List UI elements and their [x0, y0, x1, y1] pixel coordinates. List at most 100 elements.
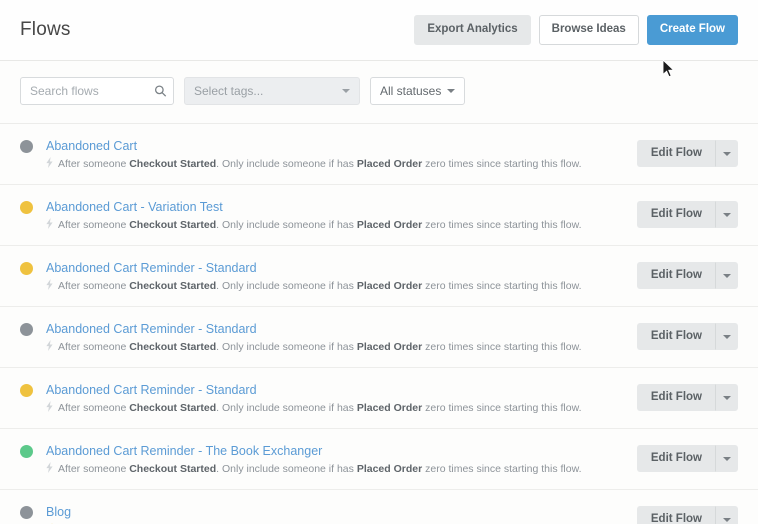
chevron-down-icon [723, 213, 731, 217]
description-emphasis: Placed Order [357, 341, 422, 353]
tags-select[interactable]: Select tags... [184, 77, 360, 105]
edit-flow-split-button: Edit Flow [637, 323, 738, 351]
description-emphasis: Checkout Started [129, 341, 216, 353]
edit-flow-dropdown-toggle[interactable] [716, 140, 738, 168]
description-segment: After someone [58, 158, 129, 170]
lightning-bolt-icon [46, 462, 53, 473]
lightning-bolt-icon [46, 279, 53, 290]
edit-flow-dropdown-toggle[interactable] [716, 506, 738, 524]
description-segment: . Only include someone if has [216, 341, 357, 353]
description-segment: After someone [58, 341, 129, 353]
description-segment: . Only include someone if has [216, 402, 357, 414]
status-dot [20, 323, 33, 336]
filter-bar: Select tags... All statuses [0, 61, 758, 124]
description-emphasis: Placed Order [357, 219, 422, 231]
description-segment: . Only include someone if has [216, 463, 357, 475]
description-segment: . Only include someone if has [216, 219, 357, 231]
lightning-bolt-icon [46, 401, 53, 412]
edit-flow-split-button: Edit Flow [637, 262, 738, 290]
description-segment: . Only include someone if has [216, 158, 357, 170]
flow-trigger-description: After someone Checkout Started. Only inc… [46, 461, 623, 475]
status-dot [20, 445, 33, 458]
search-field-wrapper [20, 77, 174, 105]
description-segment: After someone [58, 463, 129, 475]
description-emphasis: Checkout Started [129, 402, 216, 414]
description-segment: zero times since starting this flow. [422, 463, 581, 475]
flow-name-link[interactable]: Abandoned Cart Reminder - Standard [46, 383, 257, 397]
flow-list: Abandoned Cart After someone Checkout Sta… [0, 124, 758, 524]
edit-flow-button[interactable]: Edit Flow [637, 262, 716, 290]
description-emphasis: Checkout Started [129, 463, 216, 475]
chevron-down-icon [723, 396, 731, 400]
create-flow-button[interactable]: Create Flow [647, 15, 738, 45]
description-emphasis: Checkout Started [129, 219, 216, 231]
description-segment: zero times since starting this flow. [422, 219, 581, 231]
status-select[interactable]: All statuses [370, 77, 465, 105]
header-actions: Export Analytics Browse Ideas Create Flow [414, 15, 738, 45]
flow-description-text: After someone Checkout Started. Only inc… [58, 402, 582, 414]
flow-row: Abandoned Cart Reminder - The Book Excha… [0, 429, 758, 490]
status-dot [20, 506, 33, 519]
search-input[interactable] [20, 77, 174, 105]
status-select-label: All statuses [380, 84, 441, 98]
edit-flow-dropdown-toggle[interactable] [716, 262, 738, 290]
description-emphasis: Placed Order [357, 280, 422, 292]
description-segment: After someone [58, 219, 129, 231]
flow-trigger-description: After someone Checkout Started. Only inc… [46, 339, 623, 353]
flow-description-text: After someone Checkout Started. Only inc… [58, 280, 582, 292]
flow-name-link[interactable]: Abandoned Cart [46, 139, 137, 153]
edit-flow-button[interactable]: Edit Flow [637, 201, 716, 229]
edit-flow-split-button: Edit Flow [637, 140, 738, 168]
export-analytics-button[interactable]: Export Analytics [414, 15, 530, 45]
edit-flow-split-button: Edit Flow [637, 445, 738, 473]
edit-flow-split-button: Edit Flow [637, 384, 738, 412]
flow-name-link[interactable]: Blog [46, 505, 71, 519]
flow-details: Abandoned Cart Reminder - The Book Excha… [46, 442, 623, 475]
flow-trigger-description: After someone Checkout Started. Only inc… [46, 400, 623, 414]
flow-row: BlogThis flow trigger is not setup Edit F… [0, 490, 758, 524]
description-emphasis: Placed Order [357, 463, 422, 475]
description-emphasis: Placed Order [357, 158, 422, 170]
status-dot [20, 140, 33, 153]
chevron-down-icon [723, 457, 731, 461]
flow-details: Abandoned Cart Reminder - Standard After … [46, 320, 623, 353]
flow-trigger-description: After someone Checkout Started. Only inc… [46, 156, 623, 170]
edit-flow-dropdown-toggle[interactable] [716, 384, 738, 412]
description-segment: zero times since starting this flow. [422, 280, 581, 292]
description-segment: zero times since starting this flow. [422, 158, 581, 170]
flow-name-link[interactable]: Abandoned Cart Reminder - The Book Excha… [46, 444, 322, 458]
flow-details: Abandoned Cart - Variation Test After som… [46, 198, 623, 231]
chevron-down-icon [723, 152, 731, 156]
flow-name-link[interactable]: Abandoned Cart Reminder - Standard [46, 322, 257, 336]
flow-row: Abandoned Cart Reminder - Standard After … [0, 307, 758, 368]
browse-ideas-button[interactable]: Browse Ideas [539, 15, 639, 45]
edit-flow-split-button: Edit Flow [637, 506, 738, 524]
edit-flow-split-button: Edit Flow [637, 201, 738, 229]
flow-trigger-description: After someone Checkout Started. Only inc… [46, 217, 623, 231]
description-emphasis: Placed Order [357, 402, 422, 414]
edit-flow-dropdown-toggle[interactable] [716, 323, 738, 351]
edit-flow-button[interactable]: Edit Flow [637, 140, 716, 168]
tags-select-label: Select tags... [194, 84, 263, 98]
chevron-down-icon [723, 274, 731, 278]
edit-flow-dropdown-toggle[interactable] [716, 201, 738, 229]
flow-description-text: After someone Checkout Started. Only inc… [58, 463, 582, 475]
description-segment: zero times since starting this flow. [422, 402, 581, 414]
status-dot [20, 262, 33, 275]
description-emphasis: Checkout Started [129, 280, 216, 292]
flow-name-link[interactable]: Abandoned Cart - Variation Test [46, 200, 223, 214]
edit-flow-button[interactable]: Edit Flow [637, 445, 716, 473]
edit-flow-button[interactable]: Edit Flow [637, 384, 716, 412]
page-header: Flows Export AnalyticsBrowse IdeasCreate… [0, 0, 758, 61]
flow-row: Abandoned Cart After someone Checkout Sta… [0, 124, 758, 185]
edit-flow-button[interactable]: Edit Flow [637, 506, 716, 524]
flow-details: Abandoned Cart After someone Checkout Sta… [46, 137, 623, 170]
description-segment: After someone [58, 402, 129, 414]
flow-description-text: After someone Checkout Started. Only inc… [58, 219, 582, 231]
lightning-bolt-icon [46, 157, 53, 168]
flow-name-link[interactable]: Abandoned Cart Reminder - Standard [46, 261, 257, 275]
edit-flow-button[interactable]: Edit Flow [637, 323, 716, 351]
flow-details: BlogThis flow trigger is not setup [46, 503, 623, 524]
edit-flow-dropdown-toggle[interactable] [716, 445, 738, 473]
flow-trigger-description: After someone Checkout Started. Only inc… [46, 278, 623, 292]
